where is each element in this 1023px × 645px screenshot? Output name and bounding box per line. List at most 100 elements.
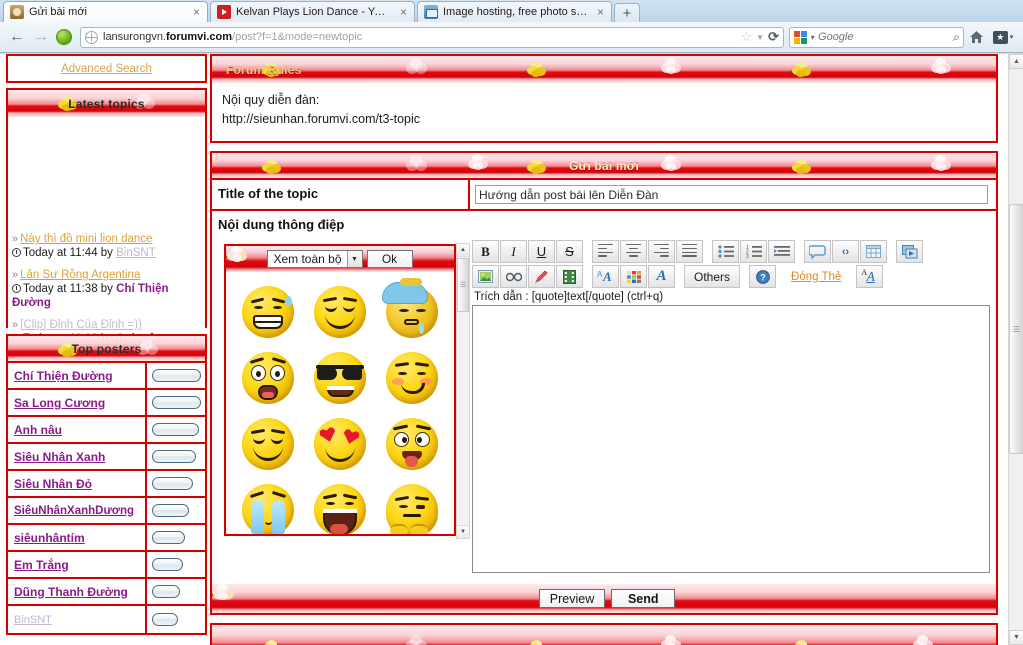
topic-author[interactable]: BinSNT bbox=[116, 247, 156, 259]
font-color-button[interactable]: A A bbox=[592, 265, 619, 288]
poster-name[interactable]: Chí Thiện Đường bbox=[8, 363, 147, 388]
close-tags-link[interactable]: Đóng Thẻ bbox=[785, 265, 847, 288]
smiley-yawn-shout[interactable] bbox=[304, 478, 376, 534]
align-left-icon bbox=[598, 243, 613, 260]
page-content: Advanced Search Latest topics » Này thì … bbox=[0, 54, 1008, 645]
message-textarea[interactable] bbox=[472, 305, 990, 573]
topic-link[interactable]: Lân Sư Rồng Argentina bbox=[20, 269, 140, 281]
smiley-silly-tongue[interactable] bbox=[376, 412, 448, 476]
align-center-button[interactable] bbox=[620, 240, 647, 263]
smiley-grin-sweat[interactable] bbox=[232, 280, 304, 344]
preview-button[interactable]: Preview bbox=[538, 589, 606, 608]
browser-tab-1[interactable]: Gửi bài mới × bbox=[3, 1, 208, 22]
strikethrough-button[interactable]: S bbox=[556, 240, 583, 263]
poster-name[interactable]: siêunhântím bbox=[8, 525, 147, 550]
smiley-shocked-scream[interactable] bbox=[232, 346, 304, 410]
bookmark-star-icon[interactable]: ☆ bbox=[741, 29, 753, 45]
scroll-up-arrow[interactable]: ▲ bbox=[1009, 54, 1023, 69]
poster-bar-cell bbox=[147, 417, 205, 442]
font-style-button[interactable]: A bbox=[648, 265, 675, 288]
bullet-arrow-icon: » bbox=[12, 233, 19, 245]
topic-link[interactable]: [Clip] Đỉnh Của Đỉnh =)) bbox=[20, 319, 142, 331]
poster-name[interactable]: Siêu Nhân Xanh bbox=[8, 444, 147, 469]
reload-button[interactable] bbox=[53, 26, 75, 48]
align-left-button[interactable] bbox=[592, 240, 619, 263]
smiley-category-select[interactable]: Xem toàn bộ ▼ bbox=[267, 250, 363, 268]
new-tab-button[interactable]: + bbox=[614, 3, 640, 22]
smiley-ok-button[interactable]: Ok bbox=[366, 250, 413, 268]
scroll-down-arrow[interactable]: ▼ bbox=[1009, 630, 1023, 645]
address-bar[interactable]: lansurongvn. forumvi.com/post?f=1&mode=ne… bbox=[80, 26, 784, 48]
smiley-smug-blush[interactable] bbox=[376, 346, 448, 410]
search-bar[interactable]: ▾ Google ⌕ bbox=[789, 26, 964, 48]
smiley-scroll-thumb[interactable]: ☰ bbox=[457, 258, 469, 312]
home-button[interactable] bbox=[964, 25, 988, 49]
poster-name[interactable]: SiêuNhânXanhDương bbox=[8, 498, 147, 523]
video-button[interactable] bbox=[556, 265, 583, 288]
italic-button[interactable]: I bbox=[500, 240, 527, 263]
browser-tab-2[interactable]: Kelvan Plays Lion Dance - YouTube × bbox=[210, 1, 415, 22]
smiley-sick-thermometer[interactable] bbox=[376, 278, 448, 344]
align-right-button[interactable] bbox=[648, 240, 675, 263]
smiley-scrollbar[interactable]: ▲ ☰ ▼ bbox=[456, 243, 470, 539]
numbered-list-button[interactable]: 1 2 3 bbox=[740, 240, 767, 263]
underline-button[interactable]: U bbox=[528, 240, 555, 263]
tab-title: Gửi bài mới bbox=[29, 6, 87, 18]
image-button[interactable] bbox=[472, 265, 499, 288]
palette-icon bbox=[626, 270, 641, 283]
table-button[interactable] bbox=[860, 240, 887, 263]
address-reload-icon[interactable]: ⟳ bbox=[768, 29, 779, 45]
poster-name[interactable]: Em Trắng bbox=[8, 552, 147, 577]
poster-name[interactable]: Dũng Thanh Đường bbox=[8, 579, 147, 604]
topic-title-input[interactable] bbox=[475, 185, 988, 204]
highlighter-button[interactable] bbox=[528, 265, 555, 288]
bullet-list-button[interactable] bbox=[712, 240, 739, 263]
text-size-button[interactable]: A A bbox=[856, 265, 884, 288]
smiley-cool-sunglasses[interactable] bbox=[304, 346, 376, 410]
tab-close-icon[interactable]: × bbox=[594, 6, 607, 18]
smiley-grid-wrap bbox=[226, 272, 454, 534]
chevron-down-icon[interactable]: ▾ bbox=[810, 33, 814, 42]
poster-name[interactable]: Anh nâu bbox=[8, 417, 147, 442]
scroll-down-icon[interactable]: ▼ bbox=[457, 525, 469, 538]
poster-name[interactable]: BinSNT bbox=[8, 606, 147, 633]
others-button[interactable]: Others bbox=[684, 265, 741, 288]
topics-spacer bbox=[8, 117, 205, 230]
chevron-down-icon[interactable]: ▼ bbox=[756, 33, 764, 42]
align-justify-button[interactable] bbox=[676, 240, 703, 263]
send-button[interactable]: Send bbox=[611, 589, 676, 608]
bookmarks-button[interactable]: ★ ▾ bbox=[988, 27, 1018, 48]
help-button[interactable]: ? bbox=[749, 265, 777, 288]
poster-name[interactable]: Siêu Nhân Đỏ bbox=[8, 471, 147, 496]
smiley-crying-waterfall[interactable] bbox=[232, 478, 304, 534]
flash-button[interactable] bbox=[896, 240, 923, 263]
post-action-bar: Preview Send bbox=[212, 584, 996, 613]
smiley-content-smile[interactable] bbox=[232, 412, 304, 476]
code-button[interactable]: ‹› bbox=[832, 240, 859, 263]
smiley-in-love-hearts[interactable] bbox=[304, 412, 376, 476]
link-button[interactable] bbox=[500, 265, 527, 288]
poster-name[interactable]: Sa Long Cương bbox=[8, 390, 147, 415]
indent-button[interactable] bbox=[768, 240, 795, 263]
page-scrollbar[interactable]: ▲ ☰ ▼ bbox=[1008, 54, 1023, 645]
indent-icon bbox=[773, 246, 790, 256]
topic-link[interactable]: Này thì đồ mini lion dance bbox=[20, 233, 152, 245]
smiley-sly-peek[interactable] bbox=[376, 478, 448, 534]
chevron-down-icon[interactable]: ▼ bbox=[346, 251, 362, 267]
quote-button[interactable] bbox=[804, 240, 831, 263]
top-posters-header: Top posters bbox=[8, 336, 205, 363]
smiley-relieved-smile[interactable] bbox=[304, 280, 376, 344]
back-button[interactable]: ← bbox=[5, 25, 29, 49]
search-icon[interactable]: ⌕ bbox=[952, 30, 959, 45]
scroll-up-icon[interactable]: ▲ bbox=[457, 244, 469, 257]
tab-close-icon[interactable]: × bbox=[397, 6, 410, 18]
forward-button[interactable]: → bbox=[29, 25, 53, 49]
browser-tab-3[interactable]: Image hosting, free photo sharing & ... … bbox=[417, 1, 612, 22]
poster-bar bbox=[152, 369, 201, 382]
bold-button[interactable]: B bbox=[472, 240, 499, 263]
color-palette-button[interactable] bbox=[620, 265, 647, 288]
rules-line-2[interactable]: http://sieunhan.forumvi.com/t3-topic bbox=[222, 110, 986, 129]
advanced-search-link[interactable]: Advanced Search bbox=[61, 63, 152, 75]
tab-close-icon[interactable]: × bbox=[190, 6, 203, 18]
page-scroll-thumb[interactable]: ☰ bbox=[1009, 204, 1023, 454]
